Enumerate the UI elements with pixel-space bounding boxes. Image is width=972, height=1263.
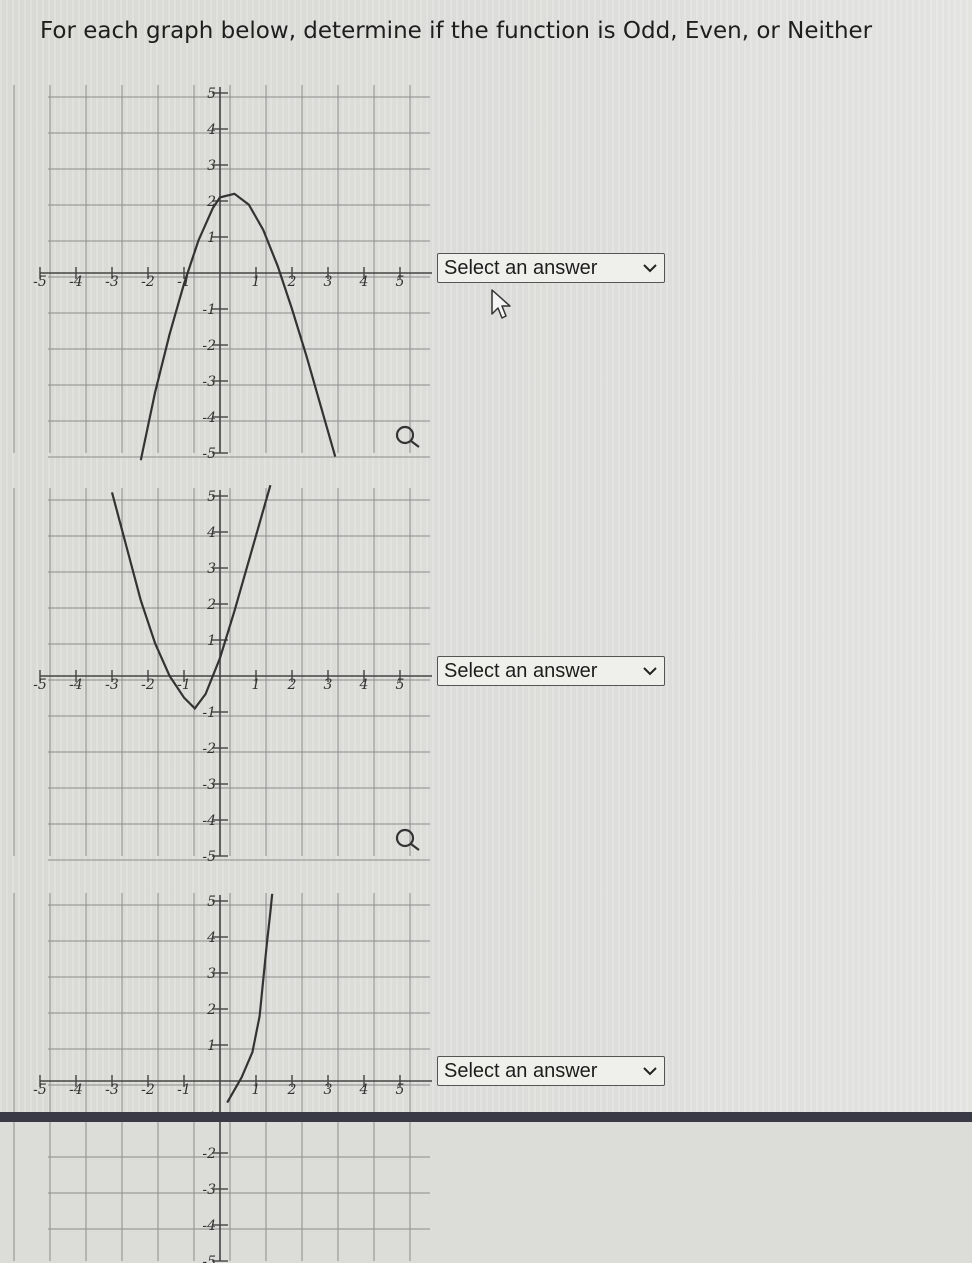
- chevron-down-icon: [643, 667, 657, 676]
- y-tick-label: 5: [207, 489, 216, 505]
- y-tick-label: -3: [202, 1182, 216, 1198]
- x-tick-label: 1: [252, 1082, 261, 1098]
- x-tick-label: -5: [33, 677, 47, 693]
- x-tick-label: -2: [141, 677, 155, 693]
- x-tick-label: -4: [69, 1082, 83, 1098]
- graph-1: -5 -4 -3 -2 -1 1 2 3 4 554321-1-2-3-4-5: [13, 85, 432, 462]
- mouse-pointer-icon: [491, 289, 511, 319]
- chevron-down-icon: [643, 1067, 657, 1076]
- x-tick-label: 2: [287, 1082, 297, 1098]
- screen: For each graph below, determine if the f…: [0, 0, 972, 1263]
- x-tick-label: -3: [105, 677, 119, 693]
- x-tick-label: 2: [287, 274, 297, 290]
- y-tick-label: -3: [202, 374, 216, 390]
- x-tick-label: 2: [287, 677, 297, 693]
- x-tick-label: 4: [359, 274, 369, 290]
- x-tick-label: 1: [252, 274, 261, 290]
- function-curve: [226, 893, 274, 1104]
- x-tick-label: 5: [396, 1082, 405, 1098]
- x-tick-label: -4: [69, 274, 83, 290]
- answer-select-3[interactable]: Select an answer: [437, 1056, 665, 1086]
- function-curve: [110, 484, 272, 711]
- x-tick-label: -1: [177, 1082, 191, 1098]
- x-tick-label: 3: [324, 1082, 333, 1098]
- y-tick-label: 5: [207, 894, 216, 910]
- y-tick-label: 5: [207, 86, 216, 102]
- y-tick-label: -4: [202, 1218, 216, 1234]
- y-tick-label: -4: [202, 813, 216, 829]
- x-tick-label: -3: [105, 274, 119, 290]
- y-tick-label: -1: [202, 302, 216, 318]
- y-tick-label: -1: [202, 705, 216, 721]
- x-tick-label: -3: [105, 1082, 119, 1098]
- chevron-down-icon: [643, 264, 657, 273]
- y-tick-label: 2: [206, 194, 216, 210]
- y-tick-label: -4: [202, 410, 216, 426]
- y-tick-label: 4: [206, 930, 216, 946]
- y-tick-label: -2: [202, 338, 216, 354]
- answer-select-1[interactable]: Select an answer: [437, 253, 665, 283]
- answer-select-label: Select an answer: [444, 256, 598, 279]
- y-tick-label: 1: [207, 230, 216, 246]
- y-tick-label: 1: [207, 1038, 216, 1054]
- x-tick-label: -2: [141, 1082, 155, 1098]
- y-tick-label: -5: [202, 1254, 216, 1263]
- answer-select-label: Select an answer: [444, 1059, 598, 1082]
- x-tick-label: 3: [324, 677, 333, 693]
- x-tick-label: 1: [252, 677, 261, 693]
- function-curve: [139, 192, 337, 461]
- x-tick-label: 5: [396, 677, 405, 693]
- x-tick-label: -5: [33, 1082, 47, 1098]
- y-tick-label: 4: [206, 525, 216, 541]
- x-tick-label: -2: [141, 274, 155, 290]
- y-tick-label: -5: [202, 446, 216, 462]
- x-tick-label: 5: [396, 274, 405, 290]
- x-tick-label: -4: [69, 677, 83, 693]
- x-tick-label: 4: [359, 1082, 369, 1098]
- question-text: For each graph below, determine if the f…: [40, 18, 873, 44]
- x-tick-label: -5: [33, 274, 47, 290]
- y-tick-label: 4: [206, 122, 216, 138]
- y-tick-label: -3: [202, 777, 216, 793]
- magnifier-icon[interactable]: [395, 828, 420, 851]
- x-tick-label: 3: [324, 274, 333, 290]
- magnifier-icon[interactable]: [395, 425, 420, 448]
- y-tick-label: 3: [207, 966, 216, 982]
- y-tick-label: -5: [202, 849, 216, 865]
- y-tick-label: 1: [207, 633, 216, 649]
- answer-select-2[interactable]: Select an answer: [437, 656, 665, 686]
- y-tick-label: 3: [207, 561, 216, 577]
- y-tick-label: -2: [202, 1146, 216, 1162]
- answer-select-label: Select an answer: [444, 659, 598, 682]
- graph-2: -5 -4 -3 -2 -1 1 2 3 4 554321-1-2-3-4-5: [13, 484, 432, 865]
- y-tick-label: 3: [207, 158, 216, 174]
- y-tick-label: -2: [202, 741, 216, 757]
- graph-3: -5-4-3-2-11234554321-1-2-3-4-5: [13, 893, 432, 1263]
- x-tick-label: 4: [359, 677, 369, 693]
- y-tick-label: 2: [206, 1002, 216, 1018]
- taskbar: [0, 1112, 972, 1122]
- y-tick-label: 2: [206, 597, 216, 613]
